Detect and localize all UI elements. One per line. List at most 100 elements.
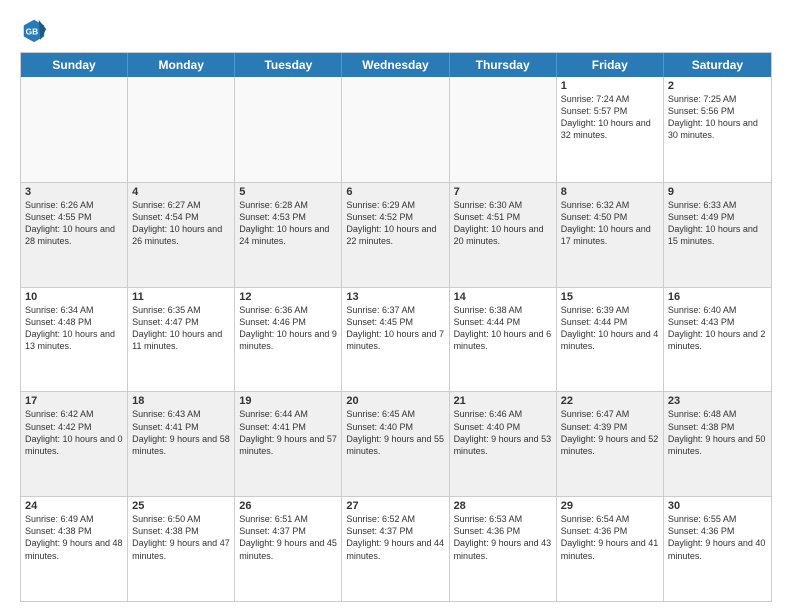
- day-number: 25: [132, 500, 230, 512]
- empty-cell: [128, 77, 235, 182]
- day-cell-1: 1Sunrise: 7:24 AM Sunset: 5:57 PM Daylig…: [557, 77, 664, 182]
- day-info: Sunrise: 7:25 AM Sunset: 5:56 PM Dayligh…: [668, 93, 767, 142]
- day-number: 18: [132, 395, 230, 407]
- header-day-saturday: Saturday: [664, 53, 771, 77]
- day-cell-22: 22Sunrise: 6:47 AM Sunset: 4:39 PM Dayli…: [557, 392, 664, 496]
- day-info: Sunrise: 6:55 AM Sunset: 4:36 PM Dayligh…: [668, 513, 767, 562]
- day-info: Sunrise: 6:54 AM Sunset: 4:36 PM Dayligh…: [561, 513, 659, 562]
- header-day-sunday: Sunday: [21, 53, 128, 77]
- day-number: 8: [561, 186, 659, 198]
- day-cell-23: 23Sunrise: 6:48 AM Sunset: 4:38 PM Dayli…: [664, 392, 771, 496]
- empty-cell: [342, 77, 449, 182]
- day-number: 29: [561, 500, 659, 512]
- day-info: Sunrise: 6:28 AM Sunset: 4:53 PM Dayligh…: [239, 199, 337, 248]
- day-cell-21: 21Sunrise: 6:46 AM Sunset: 4:40 PM Dayli…: [450, 392, 557, 496]
- day-cell-8: 8Sunrise: 6:32 AM Sunset: 4:50 PM Daylig…: [557, 183, 664, 287]
- day-info: Sunrise: 6:40 AM Sunset: 4:43 PM Dayligh…: [668, 304, 767, 353]
- day-cell-12: 12Sunrise: 6:36 AM Sunset: 4:46 PM Dayli…: [235, 288, 342, 392]
- day-number: 14: [454, 291, 552, 303]
- day-number: 20: [346, 395, 444, 407]
- day-info: Sunrise: 6:26 AM Sunset: 4:55 PM Dayligh…: [25, 199, 123, 248]
- day-number: 7: [454, 186, 552, 198]
- svg-text:GB: GB: [26, 27, 39, 37]
- day-number: 11: [132, 291, 230, 303]
- day-number: 28: [454, 500, 552, 512]
- day-cell-14: 14Sunrise: 6:38 AM Sunset: 4:44 PM Dayli…: [450, 288, 557, 392]
- page: GB SundayMondayTuesdayWednesdayThursdayF…: [0, 0, 792, 612]
- day-cell-16: 16Sunrise: 6:40 AM Sunset: 4:43 PM Dayli…: [664, 288, 771, 392]
- day-info: Sunrise: 6:34 AM Sunset: 4:48 PM Dayligh…: [25, 304, 123, 353]
- header-day-friday: Friday: [557, 53, 664, 77]
- day-number: 19: [239, 395, 337, 407]
- day-number: 26: [239, 500, 337, 512]
- header: GB: [20, 16, 772, 44]
- day-number: 16: [668, 291, 767, 303]
- day-number: 5: [239, 186, 337, 198]
- day-info: Sunrise: 7:24 AM Sunset: 5:57 PM Dayligh…: [561, 93, 659, 142]
- header-day-thursday: Thursday: [450, 53, 557, 77]
- day-cell-3: 3Sunrise: 6:26 AM Sunset: 4:55 PM Daylig…: [21, 183, 128, 287]
- day-cell-11: 11Sunrise: 6:35 AM Sunset: 4:47 PM Dayli…: [128, 288, 235, 392]
- day-info: Sunrise: 6:42 AM Sunset: 4:42 PM Dayligh…: [25, 408, 123, 457]
- day-info: Sunrise: 6:37 AM Sunset: 4:45 PM Dayligh…: [346, 304, 444, 353]
- day-cell-25: 25Sunrise: 6:50 AM Sunset: 4:38 PM Dayli…: [128, 497, 235, 601]
- day-cell-29: 29Sunrise: 6:54 AM Sunset: 4:36 PM Dayli…: [557, 497, 664, 601]
- calendar-week-1: 1Sunrise: 7:24 AM Sunset: 5:57 PM Daylig…: [21, 77, 771, 182]
- day-info: Sunrise: 6:29 AM Sunset: 4:52 PM Dayligh…: [346, 199, 444, 248]
- day-cell-2: 2Sunrise: 7:25 AM Sunset: 5:56 PM Daylig…: [664, 77, 771, 182]
- day-cell-7: 7Sunrise: 6:30 AM Sunset: 4:51 PM Daylig…: [450, 183, 557, 287]
- day-info: Sunrise: 6:38 AM Sunset: 4:44 PM Dayligh…: [454, 304, 552, 353]
- day-cell-27: 27Sunrise: 6:52 AM Sunset: 4:37 PM Dayli…: [342, 497, 449, 601]
- day-cell-19: 19Sunrise: 6:44 AM Sunset: 4:41 PM Dayli…: [235, 392, 342, 496]
- day-info: Sunrise: 6:47 AM Sunset: 4:39 PM Dayligh…: [561, 408, 659, 457]
- day-cell-13: 13Sunrise: 6:37 AM Sunset: 4:45 PM Dayli…: [342, 288, 449, 392]
- day-number: 22: [561, 395, 659, 407]
- day-info: Sunrise: 6:48 AM Sunset: 4:38 PM Dayligh…: [668, 408, 767, 457]
- day-cell-18: 18Sunrise: 6:43 AM Sunset: 4:41 PM Dayli…: [128, 392, 235, 496]
- day-info: Sunrise: 6:35 AM Sunset: 4:47 PM Dayligh…: [132, 304, 230, 353]
- day-cell-9: 9Sunrise: 6:33 AM Sunset: 4:49 PM Daylig…: [664, 183, 771, 287]
- day-number: 1: [561, 80, 659, 92]
- calendar-body: 1Sunrise: 7:24 AM Sunset: 5:57 PM Daylig…: [21, 77, 771, 601]
- day-number: 24: [25, 500, 123, 512]
- day-info: Sunrise: 6:44 AM Sunset: 4:41 PM Dayligh…: [239, 408, 337, 457]
- day-cell-20: 20Sunrise: 6:45 AM Sunset: 4:40 PM Dayli…: [342, 392, 449, 496]
- day-info: Sunrise: 6:49 AM Sunset: 4:38 PM Dayligh…: [25, 513, 123, 562]
- day-cell-24: 24Sunrise: 6:49 AM Sunset: 4:38 PM Dayli…: [21, 497, 128, 601]
- calendar-week-3: 10Sunrise: 6:34 AM Sunset: 4:48 PM Dayli…: [21, 287, 771, 392]
- day-cell-10: 10Sunrise: 6:34 AM Sunset: 4:48 PM Dayli…: [21, 288, 128, 392]
- day-info: Sunrise: 6:53 AM Sunset: 4:36 PM Dayligh…: [454, 513, 552, 562]
- day-info: Sunrise: 6:33 AM Sunset: 4:49 PM Dayligh…: [668, 199, 767, 248]
- header-day-wednesday: Wednesday: [342, 53, 449, 77]
- day-number: 2: [668, 80, 767, 92]
- day-number: 17: [25, 395, 123, 407]
- day-info: Sunrise: 6:43 AM Sunset: 4:41 PM Dayligh…: [132, 408, 230, 457]
- header-day-tuesday: Tuesday: [235, 53, 342, 77]
- day-info: Sunrise: 6:39 AM Sunset: 4:44 PM Dayligh…: [561, 304, 659, 353]
- day-cell-5: 5Sunrise: 6:28 AM Sunset: 4:53 PM Daylig…: [235, 183, 342, 287]
- day-info: Sunrise: 6:50 AM Sunset: 4:38 PM Dayligh…: [132, 513, 230, 562]
- calendar: SundayMondayTuesdayWednesdayThursdayFrid…: [20, 52, 772, 602]
- day-number: 21: [454, 395, 552, 407]
- day-info: Sunrise: 6:51 AM Sunset: 4:37 PM Dayligh…: [239, 513, 337, 562]
- day-number: 10: [25, 291, 123, 303]
- day-number: 27: [346, 500, 444, 512]
- day-number: 6: [346, 186, 444, 198]
- logo-icon: GB: [20, 16, 48, 44]
- day-info: Sunrise: 6:36 AM Sunset: 4:46 PM Dayligh…: [239, 304, 337, 353]
- calendar-header: SundayMondayTuesdayWednesdayThursdayFrid…: [21, 53, 771, 77]
- day-cell-28: 28Sunrise: 6:53 AM Sunset: 4:36 PM Dayli…: [450, 497, 557, 601]
- day-cell-6: 6Sunrise: 6:29 AM Sunset: 4:52 PM Daylig…: [342, 183, 449, 287]
- day-number: 13: [346, 291, 444, 303]
- logo: GB: [20, 16, 52, 44]
- day-number: 12: [239, 291, 337, 303]
- day-info: Sunrise: 6:45 AM Sunset: 4:40 PM Dayligh…: [346, 408, 444, 457]
- empty-cell: [21, 77, 128, 182]
- day-info: Sunrise: 6:27 AM Sunset: 4:54 PM Dayligh…: [132, 199, 230, 248]
- day-info: Sunrise: 6:46 AM Sunset: 4:40 PM Dayligh…: [454, 408, 552, 457]
- header-day-monday: Monday: [128, 53, 235, 77]
- day-cell-30: 30Sunrise: 6:55 AM Sunset: 4:36 PM Dayli…: [664, 497, 771, 601]
- day-info: Sunrise: 6:30 AM Sunset: 4:51 PM Dayligh…: [454, 199, 552, 248]
- empty-cell: [235, 77, 342, 182]
- day-number: 15: [561, 291, 659, 303]
